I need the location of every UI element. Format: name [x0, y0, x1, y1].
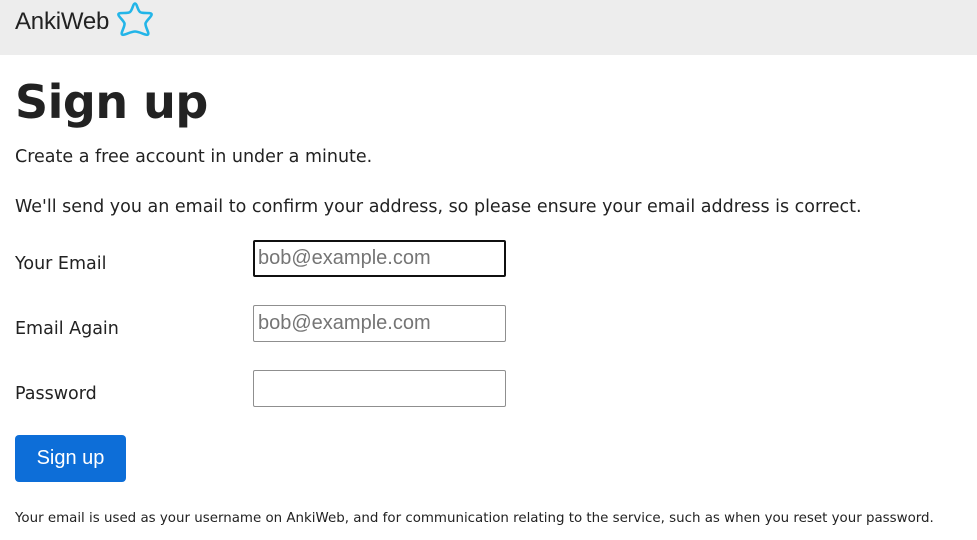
- page-title: Sign up: [15, 75, 208, 129]
- signup-button[interactable]: Sign up: [15, 435, 126, 482]
- username-info-note: Your email is used as your username on A…: [15, 511, 934, 526]
- email-confirm-notice: We'll send you an email to confirm your …: [15, 197, 862, 217]
- star-outline-icon: [115, 0, 155, 40]
- email-label: Your Email: [15, 254, 107, 274]
- top-navbar: AnkiWeb: [0, 0, 977, 55]
- brand-name: AnkiWeb: [15, 8, 110, 35]
- email-input[interactable]: [253, 240, 506, 277]
- page-subtitle: Create a free account in under a minute.: [15, 147, 373, 167]
- brand-link[interactable]: AnkiWeb: [15, 2, 155, 37]
- password-label: Password: [15, 384, 97, 404]
- email-again-label: Email Again: [15, 319, 119, 339]
- password-input[interactable]: [253, 370, 506, 407]
- email-again-input[interactable]: [253, 305, 506, 342]
